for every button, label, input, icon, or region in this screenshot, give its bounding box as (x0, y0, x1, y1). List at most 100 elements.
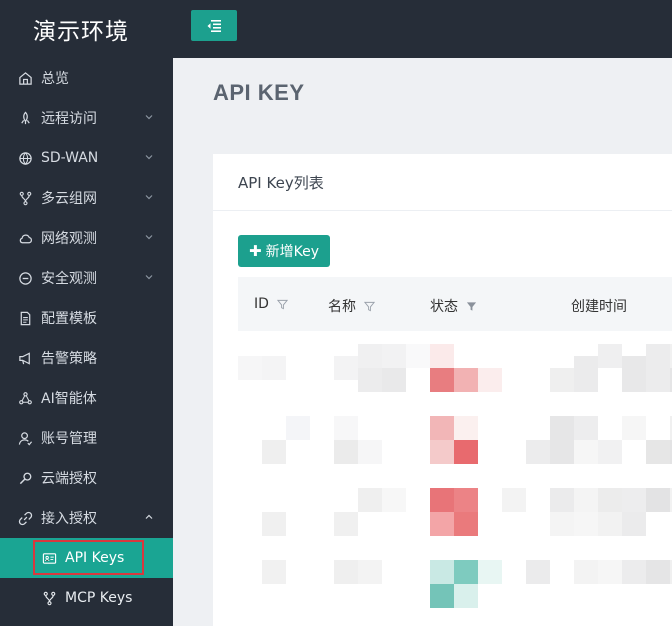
sidebar-subitem-label: MCP Keys (65, 590, 133, 606)
redacted-cell (598, 560, 622, 584)
redacted-cell (334, 440, 358, 464)
chevron-down-icon (145, 195, 153, 200)
redacted-cell (598, 344, 622, 368)
chevron-up-icon (145, 514, 153, 519)
card-title: API Key列表 (213, 154, 672, 211)
redacted-cell (454, 584, 478, 608)
sidebar-item-4[interactable]: 网络观测 (0, 218, 173, 258)
sidebar-item-label: 远程访问 (41, 111, 97, 127)
sidebar-item-6[interactable]: 配置模板 (0, 298, 173, 338)
redacted-cell (454, 560, 478, 584)
sidebar-subitem-1[interactable]: MCP Keys (0, 578, 173, 618)
redacted-cell (358, 440, 382, 464)
filter-icon[interactable] (276, 299, 288, 310)
redacted-cell (262, 356, 286, 380)
sidebar-item-7[interactable]: 告警策略 (0, 338, 173, 378)
sidebar-item-label: 云端授权 (41, 471, 97, 487)
chevron-down-icon (145, 275, 153, 280)
sidebar-item-5[interactable]: 安全观测 (0, 258, 173, 298)
redacted-cell (574, 440, 598, 464)
redacted-cell (454, 488, 478, 512)
redacted-cell (550, 512, 574, 536)
user-icon (17, 430, 33, 446)
redacted-cell (358, 344, 382, 368)
redacted-cell (502, 488, 526, 512)
redacted-cell (454, 368, 478, 392)
cloud-icon (17, 230, 33, 246)
redacted-cell (358, 488, 382, 512)
redacted-cell (358, 560, 382, 584)
sidebar-item-10[interactable]: 云端授权 (0, 458, 173, 498)
redacted-cell (334, 416, 358, 440)
sidebar-item-0[interactable]: 总览 (0, 58, 173, 98)
sidebar-item-label: AI智能体 (41, 391, 97, 407)
annotation-highlight-box (33, 540, 144, 575)
plus-icon: ✚ (249, 242, 262, 260)
sidebar-subitem-0[interactable]: API Keys (0, 538, 173, 578)
sidebar-item-2[interactable]: SD-WAN (0, 138, 173, 178)
redacted-cell (382, 344, 406, 368)
redacted-cell (622, 356, 646, 392)
redacted-cell (598, 512, 622, 536)
link-icon (17, 510, 33, 526)
sidebar-item-label: 总览 (41, 71, 69, 87)
branch-icon (41, 590, 57, 606)
redacted-cell (430, 440, 454, 464)
branch-icon (17, 190, 33, 206)
sidebar-item-11[interactable]: 接入授权 (0, 498, 173, 538)
redacted-cell (598, 440, 622, 464)
sidebar-item-label: 配置模板 (41, 311, 97, 327)
redacted-cell (430, 368, 454, 392)
table-header: ID 名称 状态 创建时间 (238, 277, 672, 331)
redacted-cell (574, 356, 598, 392)
column-header-created[interactable]: 创建时间 (571, 296, 627, 316)
minus-circle-icon (17, 270, 33, 286)
redacted-cell (574, 488, 598, 512)
sidebar-item-label: 网络观测 (41, 231, 97, 247)
redacted-cell (550, 368, 574, 392)
sidebar-item-3[interactable]: 多云组网 (0, 178, 173, 218)
redacted-cell (574, 512, 598, 536)
redacted-cell (550, 416, 574, 464)
redacted-cell (622, 488, 646, 512)
rocket-icon (17, 110, 33, 126)
redacted-cell (262, 512, 286, 536)
sidebar-item-label: 接入授权 (41, 511, 97, 527)
sidebar-item-1[interactable]: 远程访问 (0, 98, 173, 138)
redacted-cell (526, 440, 550, 464)
sidebar-menu: 总览远程访问 SD-WAN 多云组网网络观测安全观测配置模板告警策略 AI智能体账号管… (0, 58, 173, 618)
home-icon (17, 70, 33, 86)
globe-icon (17, 150, 33, 166)
sidebar-toggle-button[interactable] (191, 10, 237, 41)
redacted-cell (478, 368, 502, 392)
sidebar-item-9[interactable]: 账号管理 (0, 418, 173, 458)
sidebar-item-label: 账号管理 (41, 431, 97, 447)
filter-icon[interactable] (364, 301, 375, 312)
redacted-cell (622, 416, 646, 440)
column-header-name[interactable]: 名称 (328, 296, 375, 316)
add-key-button[interactable]: ✚ 新增Key (238, 235, 330, 267)
redacted-cell (430, 584, 454, 608)
redacted-cell (598, 488, 622, 512)
redacted-cell (430, 344, 454, 368)
column-header-status[interactable]: 状态 (430, 296, 477, 316)
redacted-cell (286, 416, 310, 440)
redacted-cell (646, 344, 670, 392)
nodes-icon (17, 390, 33, 406)
chevron-down-icon (145, 235, 153, 240)
key-icon (17, 470, 33, 486)
sidebar: 演示环境 总览远程访问 SD-WAN 多云组网网络观测安全观测配置模板告警策略 AI智… (0, 0, 173, 626)
filter-active-icon[interactable] (466, 301, 477, 312)
column-header-id[interactable]: ID (254, 296, 288, 312)
sidebar-item-label: 告警策略 (41, 351, 97, 367)
document-icon (17, 310, 33, 326)
redacted-cell (478, 560, 502, 584)
app-title: 演示环境 (33, 19, 129, 45)
chevron-down-icon (145, 155, 153, 160)
menu-fold-icon (207, 19, 221, 32)
redacted-cell (430, 560, 454, 584)
sidebar-item-8[interactable]: AI智能体 (0, 378, 173, 418)
redacted-cell (646, 440, 670, 464)
redacted-cell (526, 560, 550, 584)
redacted-cell (574, 416, 598, 440)
